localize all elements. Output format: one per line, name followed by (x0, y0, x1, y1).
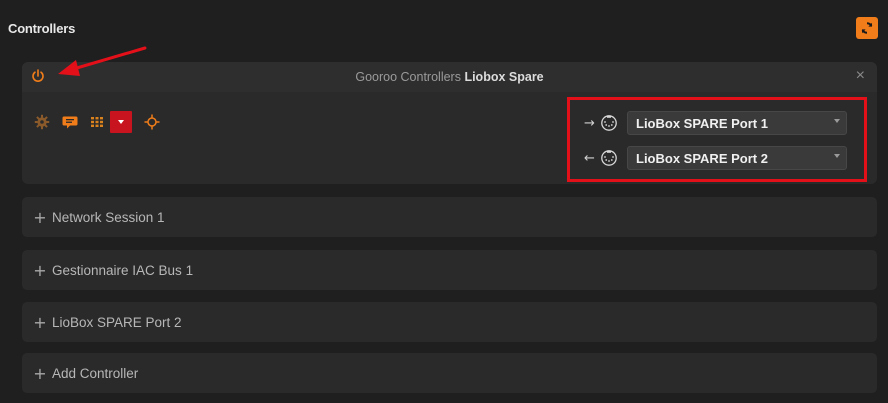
midi-connector-icon (601, 150, 617, 166)
add-controller-button[interactable]: + Add Controller (22, 353, 877, 393)
caret-down-icon (118, 120, 124, 124)
input-port-select[interactable]: LioBox SPARE Port 2 (627, 146, 847, 170)
controllers-window: Controllers Gooroo Controllers Liobox Sp… (0, 0, 888, 403)
panel-title: Gooroo Controllers Liobox Spare (22, 70, 877, 84)
expand-icon: + (33, 260, 47, 280)
titlebar: Controllers (8, 0, 880, 56)
list-item-liobox-port-2[interactable]: + LioBox SPARE Port 2 (22, 302, 877, 342)
chevron-down-icon (834, 154, 840, 158)
expand-icon: + (33, 312, 47, 332)
output-arrow-icon: → (584, 115, 595, 131)
input-port-row: ← LioBox SPARE Port 2 (584, 145, 847, 171)
list-item-iac-bus[interactable]: + Gestionnaire IAC Bus 1 (22, 250, 877, 290)
output-port-value: LioBox SPARE Port 1 (636, 115, 768, 131)
input-arrow-icon: ← (584, 150, 595, 166)
panel-title-prefix: Gooroo Controllers (355, 70, 461, 84)
controller-panel: Gooroo Controllers Liobox Spare × → LioB… (22, 62, 877, 184)
grid-selector (90, 111, 132, 133)
list-item-label: Network Session 1 (52, 209, 165, 225)
panel-header: Gooroo Controllers Liobox Spare × (22, 62, 877, 92)
refresh-icon (861, 22, 873, 34)
output-port-select[interactable]: LioBox SPARE Port 1 (627, 111, 847, 135)
midi-connector-icon (601, 115, 617, 131)
output-port-row: → LioBox SPARE Port 1 (584, 110, 847, 136)
list-item-network-session[interactable]: + Network Session 1 (22, 197, 877, 237)
chevron-down-icon (834, 119, 840, 123)
crosshair-icon (144, 114, 160, 130)
settings-button[interactable] (34, 114, 50, 130)
grid-button[interactable] (90, 114, 106, 130)
add-controller-label: Add Controller (52, 365, 139, 381)
color-dropdown-button[interactable] (110, 111, 132, 133)
plus-icon: + (33, 363, 47, 383)
panel-title-name: Liobox Spare (464, 70, 544, 84)
grid-icon (91, 117, 103, 127)
page-title: Controllers (8, 20, 76, 36)
port-selection-highlight: → LioBox SPARE Port 1 ← LioBox SPARE Por… (567, 97, 867, 182)
list-item-label: Gestionnaire IAC Bus 1 (52, 262, 194, 278)
list-item-label: LioBox SPARE Port 2 (52, 314, 182, 330)
gear-icon (34, 114, 50, 130)
comment-button[interactable] (62, 114, 78, 130)
refresh-button[interactable] (856, 17, 878, 39)
target-button[interactable] (144, 114, 160, 130)
expand-icon: + (33, 207, 47, 227)
speech-bubble-icon (62, 116, 78, 129)
close-icon[interactable]: × (856, 68, 865, 84)
input-port-value: LioBox SPARE Port 2 (636, 150, 768, 166)
controller-toolbar (34, 111, 160, 133)
